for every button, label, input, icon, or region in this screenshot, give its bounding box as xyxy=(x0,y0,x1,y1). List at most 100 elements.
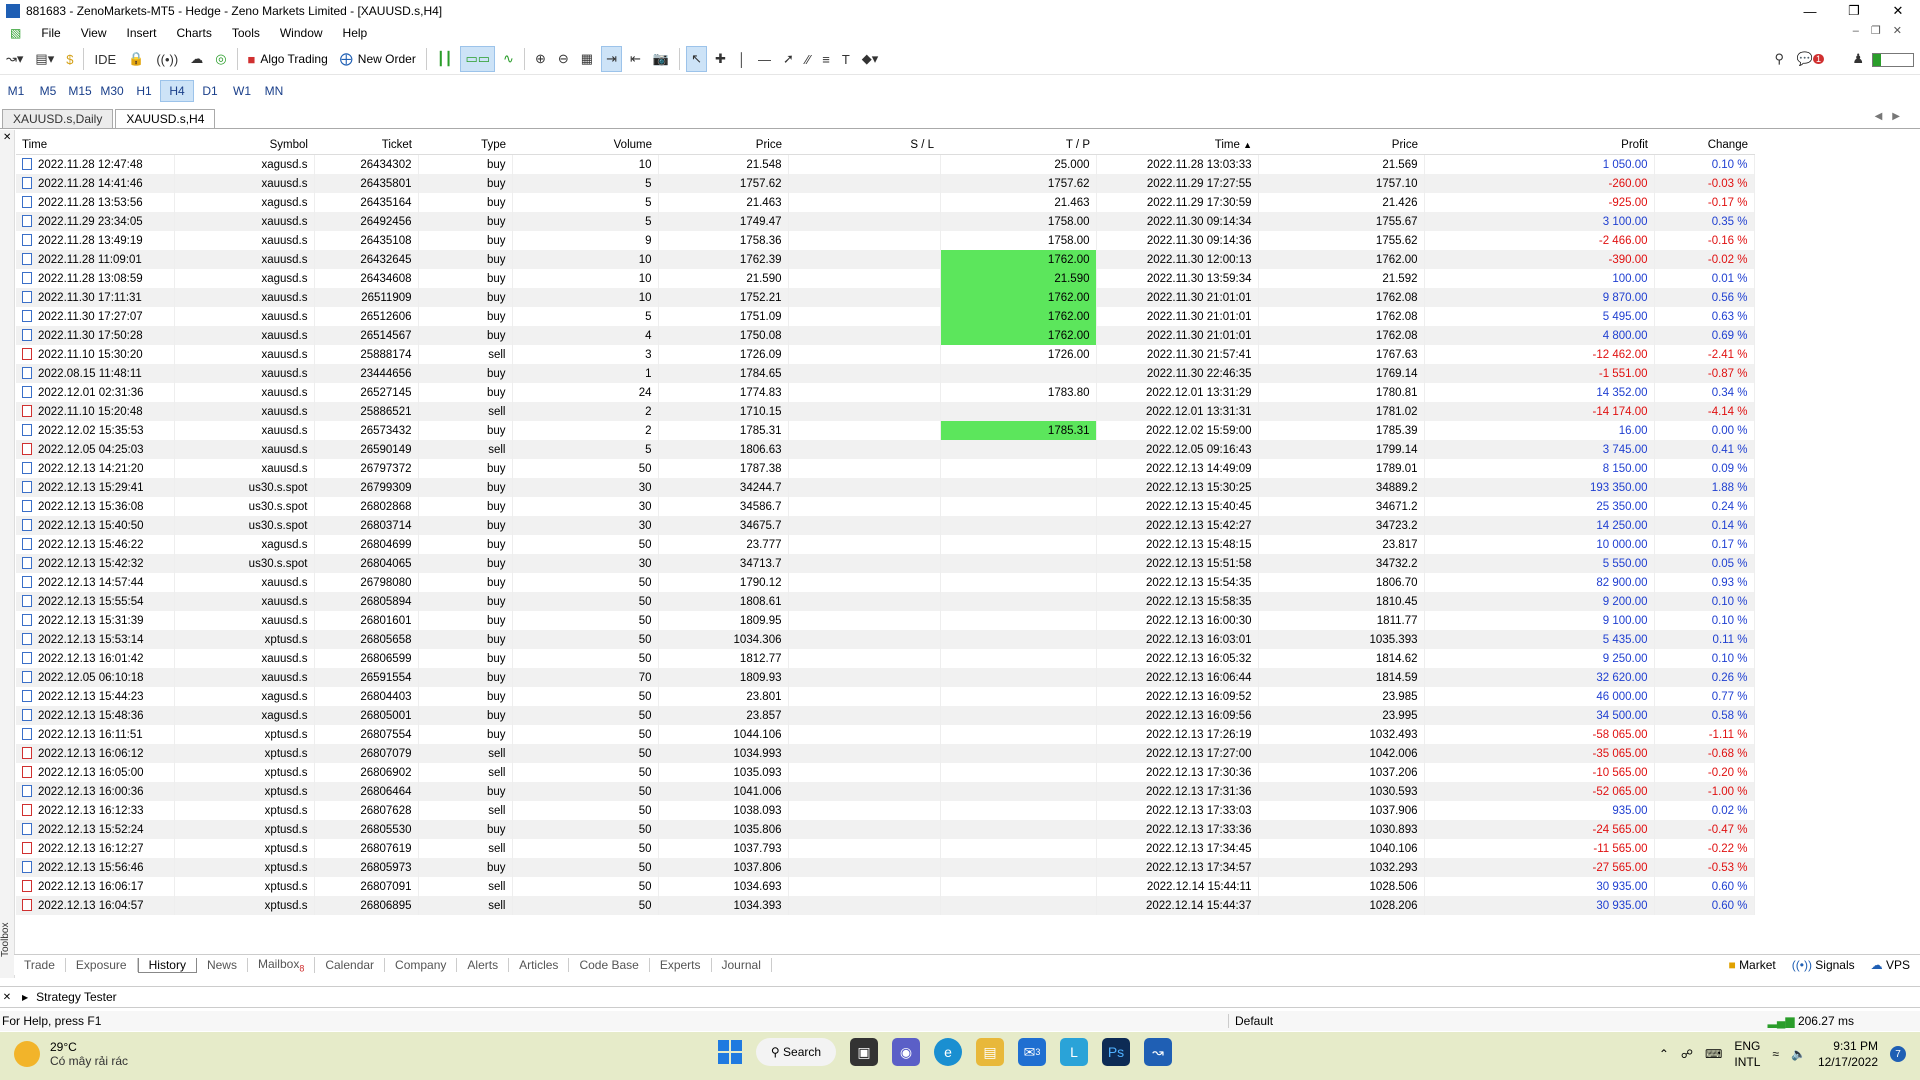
vps-link[interactable]: ☁ VPS xyxy=(1871,958,1910,972)
line-chart-icon[interactable]: ∿ xyxy=(499,47,518,71)
dollar-icon[interactable]: $ xyxy=(62,47,77,71)
close-icon[interactable]: ✕ xyxy=(1876,0,1920,22)
table-row[interactable]: 2022.12.13 16:05:00 xptusd.s 26806902 sell 5… xyxy=(16,763,1755,782)
crosshair-icon[interactable]: ✚ xyxy=(711,47,730,71)
col-price[interactable]: Price xyxy=(658,136,788,155)
tab-journal[interactable]: Journal xyxy=(712,958,772,972)
table-row[interactable]: 2022.12.13 15:56:46 xptusd.s 26805973 buy 50… xyxy=(16,858,1755,877)
clock[interactable]: 9:31 PM 12/17/2022 xyxy=(1818,1038,1878,1070)
table-row[interactable]: 2022.12.13 14:21:20 xauusd.s 26797372 buy 50… xyxy=(16,459,1755,478)
table-row[interactable]: 2022.12.05 04:25:03 xauusd.s 26590149 sell 5… xyxy=(16,440,1755,459)
screenshot-icon[interactable]: 📷 xyxy=(649,47,673,71)
col-tp[interactable]: T / P xyxy=(940,136,1096,155)
table-row[interactable]: 2022.12.13 15:48:36 xagusd.s 26805001 buy 50… xyxy=(16,706,1755,725)
menu-window[interactable]: Window xyxy=(270,26,333,40)
table-row[interactable]: 2022.12.13 15:46:22 xagusd.s 26804699 buy 50… xyxy=(16,535,1755,554)
col-symbol[interactable]: Symbol xyxy=(174,136,314,155)
table-row[interactable]: 2022.11.30 17:50:28 xauusd.s 26514567 buy 4 1… xyxy=(16,326,1755,345)
language-indicator[interactable]: ENG INTL xyxy=(1734,1038,1760,1070)
tab-history[interactable]: History xyxy=(137,957,197,973)
table-row[interactable]: 2022.12.13 15:36:08 us30.s.spot 26802868 bu… xyxy=(16,497,1755,516)
table-row[interactable]: 2022.12.13 16:12:27 xptusd.s 26807619 sell 5… xyxy=(16,839,1755,858)
horizontal-line-icon[interactable]: — xyxy=(754,47,775,71)
algo-trading-button[interactable]: ■ Algo Trading xyxy=(244,47,332,71)
table-row[interactable]: 2022.12.13 15:52:24 xptusd.s 26805530 buy 50… xyxy=(16,820,1755,839)
file-explorer-icon[interactable]: ▤ xyxy=(976,1038,1004,1066)
table-row[interactable]: 2022.11.28 13:53:56 xagusd.s 26435164 buy 5 2… xyxy=(16,193,1755,212)
table-row[interactable]: 2022.12.13 16:01:42 xauusd.s 26806599 buy 50… xyxy=(16,649,1755,668)
table-row[interactable]: 2022.12.05 06:10:18 xauusd.s 26591554 buy 70… xyxy=(16,668,1755,687)
maximize-icon[interactable]: ❐ xyxy=(1832,0,1876,22)
tab-mailbox[interactable]: Mailbox8 xyxy=(248,956,316,974)
chart-tab-h4[interactable]: XAUUSD.s,H4 xyxy=(115,109,216,128)
trendline-icon[interactable]: ➚ xyxy=(779,47,798,71)
weather-widget[interactable]: 29°C Có mây rải rác xyxy=(14,1040,128,1068)
wifi-icon[interactable]: ≈ xyxy=(1772,1047,1779,1061)
table-row[interactable]: 2022.12.13 15:44:23 xagusd.s 26804403 buy 50… xyxy=(16,687,1755,706)
start-icon[interactable] xyxy=(718,1040,742,1064)
timeframe-h1[interactable]: H1 xyxy=(128,81,160,101)
table-row[interactable]: 2022.12.13 16:12:33 xptusd.s 26807628 sell 5… xyxy=(16,801,1755,820)
table-row[interactable]: 2022.12.13 15:31:39 xauusd.s 26801601 buy 50… xyxy=(16,611,1755,630)
chevron-up-icon[interactable]: ⌃ xyxy=(1659,1047,1669,1061)
timeframe-w1[interactable]: W1 xyxy=(226,81,258,101)
table-row[interactable]: 2022.08.15 11:48:11 xauusd.s 23444656 buy 1 1… xyxy=(16,364,1755,383)
ide-button[interactable]: IDE xyxy=(90,47,120,71)
task-view-icon[interactable]: ▣ xyxy=(850,1038,878,1066)
minimize-icon[interactable]: — xyxy=(1788,0,1832,22)
volume-icon[interactable]: 🔈 xyxy=(1791,1047,1806,1061)
col-ticket[interactable]: Ticket xyxy=(314,136,418,155)
col-volume[interactable]: Volume xyxy=(512,136,658,155)
timeframe-h4[interactable]: H4 xyxy=(160,80,194,102)
table-row[interactable]: 2022.11.28 11:09:01 xauusd.s 26432645 buy 10… xyxy=(16,250,1755,269)
tab-calendar[interactable]: Calendar xyxy=(315,958,386,972)
col-sl[interactable]: S / L xyxy=(788,136,940,155)
timeframe-m5[interactable]: M5 xyxy=(32,81,64,101)
table-row[interactable]: 2022.11.10 15:20:48 xauusd.s 25886521 sell 2… xyxy=(16,402,1755,421)
mdi-window-controls[interactable]: –❐✕ xyxy=(1853,24,1914,37)
tab-company[interactable]: Company xyxy=(385,958,458,972)
notification-center-badge[interactable]: 7 xyxy=(1890,1046,1906,1062)
table-row[interactable]: 2022.11.28 14:41:46 xauusd.s 26435801 buy 5 1… xyxy=(16,174,1755,193)
tab-alerts[interactable]: Alerts xyxy=(457,958,510,972)
cloud-icon[interactable]: ☁ xyxy=(186,47,207,71)
table-row[interactable]: 2022.11.30 17:11:31 xauusd.s 26511909 buy 10… xyxy=(16,288,1755,307)
signals-link[interactable]: ((•)) Signals xyxy=(1792,958,1855,972)
timeframe-mn[interactable]: MN xyxy=(258,81,290,101)
table-row[interactable]: 2022.11.29 23:34:05 xauusd.s 26492456 buy 5 1… xyxy=(16,212,1755,231)
col-close-time[interactable]: Time ▲ xyxy=(1096,136,1258,155)
chart-tab-scroll-icon[interactable]: ◀▶ xyxy=(1875,111,1910,122)
keyboard-icon[interactable]: ⌨ xyxy=(1705,1047,1722,1061)
signal-icon[interactable]: ((•)) xyxy=(152,47,182,71)
table-row[interactable]: 2022.11.28 13:08:59 xagusd.s 26434608 buy 10… xyxy=(16,269,1755,288)
table-row[interactable]: 2022.12.13 16:00:36 xptusd.s 26806464 buy 50… xyxy=(16,782,1755,801)
photoshop-icon[interactable]: Ps xyxy=(1102,1038,1130,1066)
expand-icon[interactable]: ▶ xyxy=(22,993,28,1002)
text-icon[interactable]: T xyxy=(838,47,854,71)
vertical-line-icon[interactable]: │ xyxy=(734,47,750,71)
menu-view[interactable]: View xyxy=(71,26,117,40)
shapes-icon[interactable]: ◆▾ xyxy=(858,47,883,71)
bar-chart-icon[interactable]: ┃┃ xyxy=(433,47,457,71)
table-row[interactable]: 2022.11.10 15:30:20 xauusd.s 25888174 sell 3… xyxy=(16,345,1755,364)
tab-experts[interactable]: Experts xyxy=(650,958,712,972)
table-row[interactable]: 2022.12.13 15:42:32 us30.s.spot 26804065 bu… xyxy=(16,554,1755,573)
taskbar-search[interactable]: ⚲ Search xyxy=(756,1038,836,1066)
table-row[interactable]: 2022.11.28 12:47:48 xagusd.s 26434302 buy 10… xyxy=(16,154,1755,174)
chart-type-icon[interactable]: ↝▾ xyxy=(2,47,27,71)
table-row[interactable]: 2022.12.13 14:57:44 xauusd.s 26798080 buy 50… xyxy=(16,573,1755,592)
table-row[interactable]: 2022.12.13 16:11:51 xptusd.s 26807554 buy 50… xyxy=(16,725,1755,744)
table-row[interactable]: 2022.12.13 15:40:50 us30.s.spot 26803714 bu… xyxy=(16,516,1755,535)
new-order-button[interactable]: ⨁ New Order xyxy=(336,47,420,71)
table-row[interactable]: 2022.12.13 16:06:17 xptusd.s 26807091 sell 5… xyxy=(16,877,1755,896)
timeframe-d1[interactable]: D1 xyxy=(194,81,226,101)
col-profit[interactable]: Profit xyxy=(1424,136,1654,155)
templates-icon[interactable]: ▤▾ xyxy=(31,47,58,71)
timeframe-m30[interactable]: M30 xyxy=(96,81,128,101)
lock-icon[interactable]: 🔒 xyxy=(124,47,148,71)
menu-insert[interactable]: Insert xyxy=(116,26,166,40)
cursor-icon[interactable]: ↖ xyxy=(686,46,707,72)
table-row[interactable]: 2022.12.01 02:31:36 xauusd.s 26527145 buy 24… xyxy=(16,383,1755,402)
tab-news[interactable]: News xyxy=(197,958,248,972)
close-toolbox-icon[interactable]: ✕ xyxy=(3,132,11,143)
